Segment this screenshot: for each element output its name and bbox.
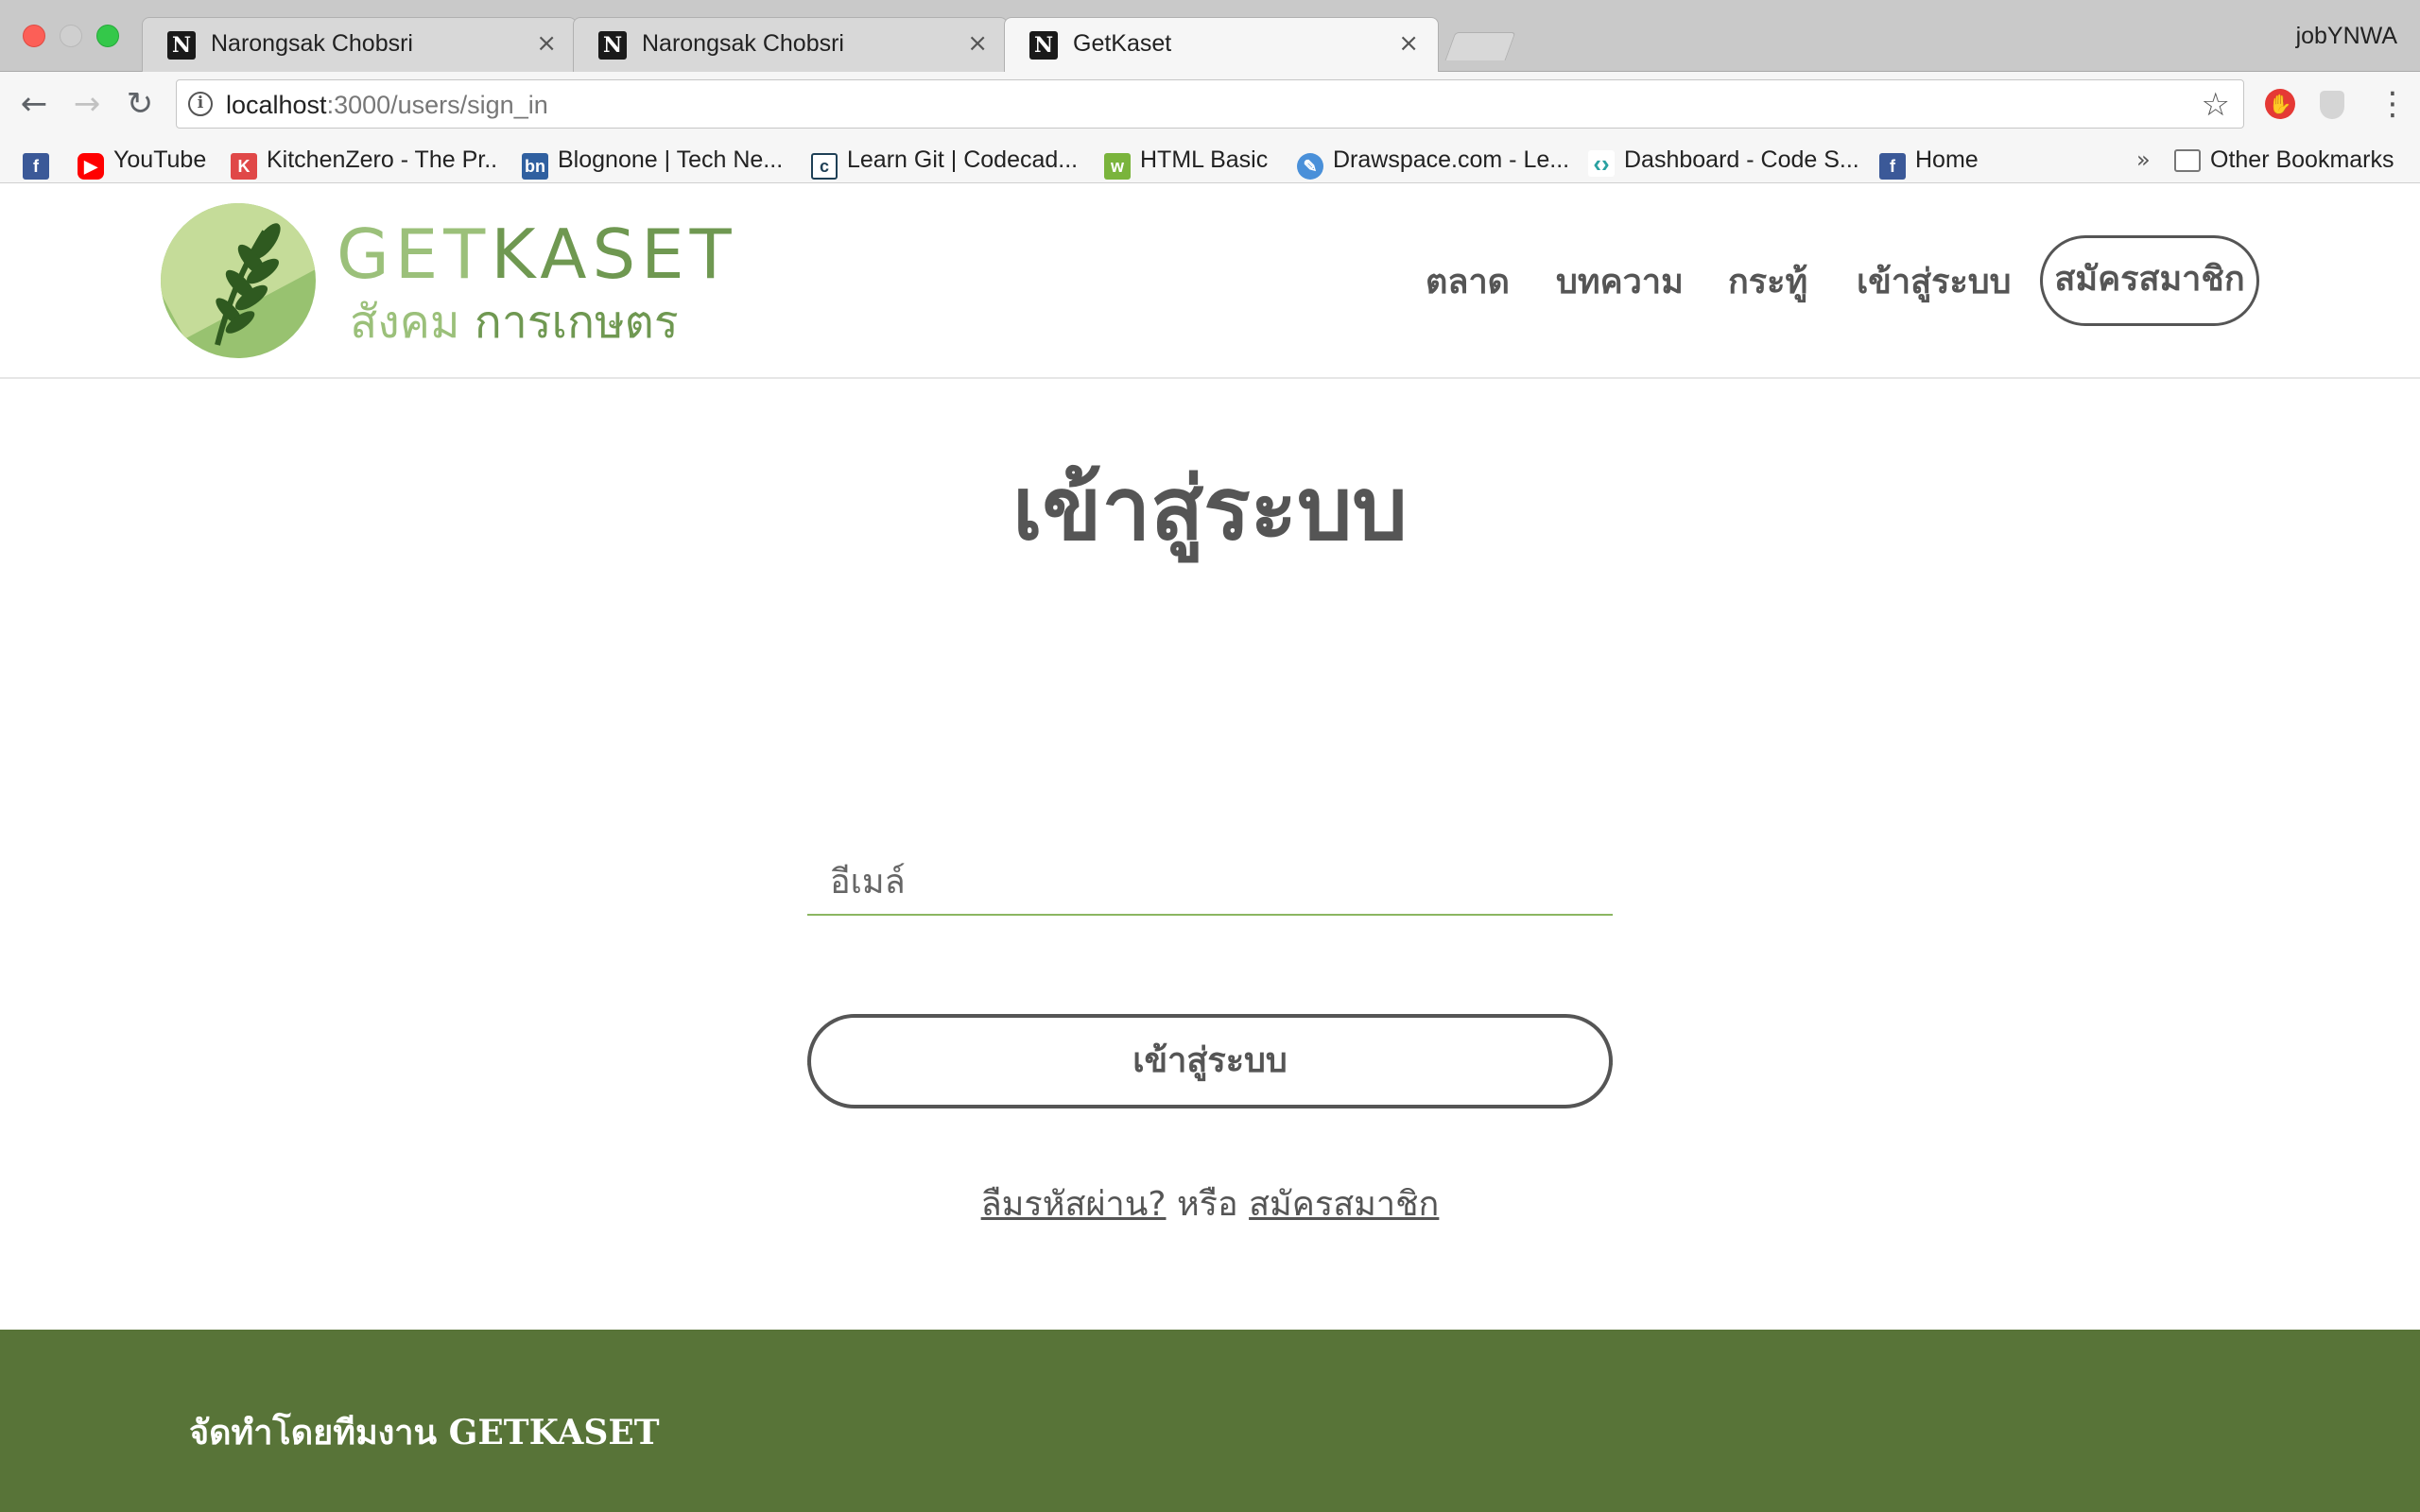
browser-menu-icon[interactable]: ⋮ (2377, 85, 2409, 123)
wheat-emblem-icon (161, 203, 316, 358)
minimize-window-button[interactable] (60, 25, 82, 47)
bookmark-label: Dashboard - Code S... (1624, 146, 1859, 173)
bookmark-facebook[interactable]: f (23, 144, 59, 180)
close-tab-icon[interactable]: × (967, 29, 988, 58)
close-window-button[interactable] (23, 25, 45, 47)
browser-tab-active[interactable]: N GetKaset × (1004, 17, 1439, 73)
nav-register-button[interactable]: สมัครสมาชิก (2040, 235, 2259, 326)
bookmark-youtube[interactable]: ▶ YouTube (78, 144, 207, 180)
address-bar[interactable]: i localhost:3000/users/sign_in ☆ (176, 79, 2244, 129)
back-arrow-icon[interactable]: ← (15, 85, 53, 123)
or-text: หรือ (1176, 1185, 1238, 1224)
bookmark-kitchenzero[interactable]: K KitchenZero - The Pr.. (231, 144, 498, 180)
k-icon: K (231, 153, 257, 180)
facebook-icon: f (23, 153, 49, 180)
site-footer: จัดทำโดยทีมงาน GETKASET (0, 1330, 2420, 1512)
notion-favicon-icon: N (598, 31, 627, 60)
site-header: GETKASET สังคม การเกษตร ตลาด บทความ กระท… (0, 184, 2420, 379)
facebook-icon: f (1879, 153, 1906, 180)
bn-icon: bn (522, 153, 548, 180)
shield-extension-icon[interactable] (2320, 91, 2344, 119)
bookmark-html-basic[interactable]: w HTML Basic (1104, 144, 1269, 180)
nav-articles[interactable]: บทความ (1556, 254, 1684, 308)
bookmarks-bar: f ▶ YouTube K KitchenZero - The Pr.. bn Blo… (0, 136, 2420, 183)
tab-title: Narongsak Chobsri (211, 30, 413, 57)
getkaset-logo[interactable]: GETKASET สังคม การเกษตร (161, 203, 732, 364)
url-text[interactable]: localhost:3000/users/sign_in (226, 91, 548, 120)
bookmark-dashboard[interactable]: ‹› Dashboard - Code S... (1588, 144, 1859, 177)
reload-icon[interactable]: ↻ (121, 85, 159, 123)
info-icon[interactable]: i (188, 92, 213, 116)
forward-arrow-icon[interactable]: → (68, 85, 106, 123)
register-link[interactable]: สมัครสมาชิก (1249, 1185, 1439, 1224)
bookmark-star-icon[interactable]: ☆ (2202, 86, 2230, 124)
url-path: :3000/users/sign_in (326, 91, 548, 119)
page-content: GETKASET สังคม การเกษตร ตลาด บทความ กระท… (0, 184, 2420, 1512)
nav-forum[interactable]: กระทู้ (1728, 254, 1807, 308)
browser-toolbar: ← → ↻ i localhost:3000/users/sign_in ☆ ✋… (0, 72, 2420, 136)
folder-icon (2174, 149, 2201, 172)
logo-wordmark: GETKASET (337, 215, 737, 294)
nav-market[interactable]: ตลาด (1426, 254, 1510, 308)
nav-login[interactable]: เข้าสู่ระบบ (1857, 254, 2011, 308)
bookmark-blognone[interactable]: bn Blognone | Tech Ne... (522, 144, 784, 180)
auth-links: ลืมรหัสผ่าน? หรือ สมัครสมาชิก (0, 1177, 2420, 1230)
close-tab-icon[interactable]: × (536, 29, 557, 58)
bookmark-label: HTML Basic (1140, 146, 1269, 173)
profile-name[interactable]: jobYNWA (2296, 23, 2397, 50)
logo-tagline: สังคม การเกษตร (350, 296, 679, 349)
bookmark-label: YouTube (113, 146, 207, 173)
email-input[interactable] (807, 836, 1613, 914)
bookmark-codecademy[interactable]: c Learn Git | Codecad... (811, 144, 1079, 180)
tab-title: GetKaset (1073, 30, 1172, 57)
other-bookmarks-label: Other Bookmarks (2210, 146, 2394, 173)
w3-icon: w (1104, 153, 1131, 180)
bookmark-label: Learn Git | Codecad... (847, 146, 1079, 173)
url-host: localhost (226, 91, 327, 119)
youtube-icon: ▶ (78, 153, 104, 180)
forgot-password-link[interactable]: ลืมรหัสผ่าน? (981, 1185, 1167, 1224)
browser-tab[interactable]: N Narongsak Chobsri × (142, 17, 577, 72)
code-icon: ‹› (1588, 150, 1615, 177)
notion-favicon-icon: N (167, 31, 196, 60)
new-tab-button[interactable] (1444, 32, 1516, 60)
close-tab-icon[interactable]: × (1398, 29, 1419, 58)
footer-credit: จัดทำโดยทีมงาน GETKASET (189, 1413, 660, 1452)
codecademy-icon: c (811, 153, 838, 180)
bookmark-drawspace[interactable]: ✎ Drawspace.com - Le... (1297, 144, 1570, 180)
adblock-extension-icon[interactable]: ✋ (2265, 89, 2295, 119)
bookmark-home[interactable]: f Home (1879, 144, 1979, 180)
bookmark-label: Drawspace.com - Le... (1333, 146, 1570, 173)
browser-tab[interactable]: N Narongsak Chobsri × (573, 17, 1008, 72)
bookmark-label: Blognone | Tech Ne... (558, 146, 784, 173)
bookmark-label: Home (1915, 146, 1979, 173)
login-submit-button[interactable]: เข้าสู่ระบบ (807, 1014, 1613, 1108)
tab-title: Narongsak Chobsri (642, 30, 844, 57)
maximize-window-button[interactable] (96, 25, 119, 47)
notion-favicon-icon: N (1029, 31, 1058, 60)
bookmark-label: KitchenZero - The Pr.. (267, 146, 498, 173)
drawspace-icon: ✎ (1297, 153, 1323, 180)
browser-tab-bar: N Narongsak Chobsri × N Narongsak Chobsr… (0, 0, 2420, 73)
page-title: เข้าสู่ระบบ (1012, 458, 1408, 559)
email-field[interactable] (807, 836, 1613, 916)
bookmarks-overflow-icon[interactable]: » (2136, 144, 2151, 176)
other-bookmarks[interactable]: Other Bookmarks (2174, 144, 2394, 176)
